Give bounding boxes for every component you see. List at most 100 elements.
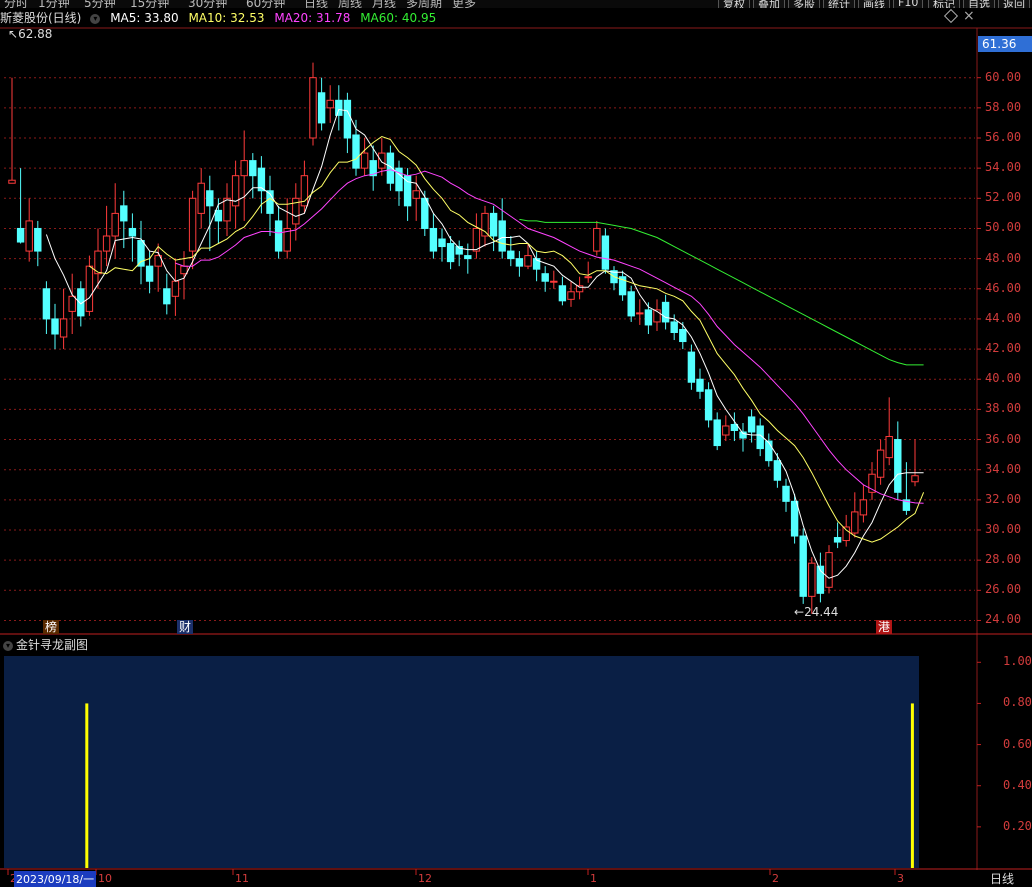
sub-y-tick-label: 0.60 — [1003, 736, 1032, 751]
x-tick-label: 12 — [418, 872, 432, 885]
candle-body — [128, 227, 137, 237]
x-tick-label: 10 — [98, 872, 112, 885]
current-price-tag: 61.36 — [978, 36, 1032, 52]
y-tick-label: 44.00 — [985, 310, 1022, 325]
candle-body — [524, 255, 532, 267]
candle-body — [627, 291, 635, 317]
y-tick-label: 30.00 — [985, 522, 1022, 536]
candle-body — [309, 77, 317, 139]
y-tick-label: 48.00 — [985, 250, 1022, 265]
candle-body — [171, 280, 180, 297]
candle-body — [145, 265, 154, 282]
candle-body — [163, 288, 171, 305]
candle-body — [515, 258, 524, 267]
candle-body — [214, 209, 223, 222]
candle-body — [421, 197, 429, 229]
y-tick-label: 56.00 — [985, 130, 1022, 144]
event-marker-cai[interactable]: 财 — [177, 620, 194, 634]
y-tick-label: 26.00 — [985, 582, 1022, 597]
candle-body — [911, 475, 919, 483]
y-tick-label: 52.00 — [985, 190, 1022, 205]
candle-body — [636, 312, 644, 315]
candle-body — [111, 212, 119, 237]
y-tick-label: 42.00 — [985, 341, 1022, 356]
candle-body — [550, 280, 558, 283]
kline-chart — [0, 27, 1032, 875]
period-label[interactable]: 日线 — [990, 870, 1014, 887]
subchart-header: ▾ 金针寻龙副图 — [0, 636, 88, 654]
candle-body — [481, 212, 489, 237]
candle-body — [378, 152, 386, 169]
candle-body — [601, 235, 610, 270]
candle-body — [120, 205, 128, 222]
candle-body — [438, 238, 446, 248]
candle-body — [644, 309, 653, 326]
chevron-down-icon[interactable]: ▾ — [3, 640, 13, 651]
candle-body — [335, 99, 343, 116]
candle-body — [593, 227, 601, 252]
candle-body — [765, 440, 773, 462]
y-tick-label: 54.00 — [985, 160, 1022, 175]
signal-bar — [910, 703, 914, 868]
y-tick-label: 58.00 — [985, 99, 1022, 114]
candle-body — [575, 285, 584, 293]
candle-body — [541, 273, 549, 282]
candle-body — [51, 318, 59, 335]
candle-body — [696, 378, 704, 392]
candle-body — [885, 436, 893, 459]
x-tick-label: 1 — [590, 872, 597, 885]
y-tick-label: 24.00 — [985, 612, 1022, 627]
y-tick-label: 50.00 — [985, 220, 1022, 235]
candle-body — [687, 351, 696, 383]
candle-body — [85, 265, 94, 312]
candle-body — [790, 500, 799, 537]
event-marker-bang[interactable]: 榜 — [43, 620, 60, 634]
candle-body — [782, 485, 790, 502]
candle-body — [661, 301, 670, 323]
candle-body — [472, 227, 481, 252]
candle-body — [68, 295, 76, 312]
candle-body — [206, 190, 214, 207]
candle-body — [567, 291, 575, 300]
ma-line-ma10 — [89, 135, 925, 543]
candle-body — [894, 439, 902, 493]
y-tick-label: 34.00 — [985, 461, 1022, 476]
sub-y-tick-label: 0.40 — [1003, 777, 1032, 792]
min-price-label: ←24.44 — [794, 605, 839, 619]
candle-body — [679, 328, 687, 343]
candle-body — [16, 227, 25, 243]
candle-body — [507, 250, 515, 260]
candle-body — [799, 535, 807, 597]
candle-body — [197, 182, 205, 214]
candle-body — [25, 220, 33, 252]
sub-y-tick-label: 0.20 — [1003, 818, 1032, 833]
max-price-label: ↖62.88 — [8, 27, 53, 41]
candle-body — [808, 562, 816, 597]
candle-body — [747, 416, 756, 433]
candle-body — [489, 212, 498, 237]
y-tick-label: 36.00 — [985, 431, 1022, 446]
candle-body — [859, 499, 868, 516]
subchart-area — [4, 656, 919, 868]
candle-body — [773, 460, 782, 481]
candle-body — [412, 190, 420, 199]
candle-body — [842, 526, 850, 542]
candle-body — [59, 318, 68, 338]
x-tick-label: 2 — [772, 872, 779, 885]
candle-body — [223, 197, 231, 222]
y-tick-label: 40.00 — [985, 371, 1022, 386]
candle-body — [851, 511, 859, 534]
candle-body — [42, 288, 51, 320]
y-tick-label: 38.00 — [985, 401, 1022, 416]
candle-body — [34, 227, 42, 252]
candle-body — [722, 425, 730, 436]
event-marker-gang[interactable]: 港 — [876, 620, 893, 634]
y-tick-label: 28.00 — [985, 552, 1022, 567]
candle-body — [274, 220, 283, 252]
candle-body — [326, 99, 334, 109]
candle-body — [464, 255, 472, 260]
cursor-date: 2023/09/18/一 — [14, 871, 97, 887]
candle-body — [704, 389, 713, 421]
signal-bar — [85, 703, 89, 868]
y-tick-label: 46.00 — [985, 280, 1022, 295]
